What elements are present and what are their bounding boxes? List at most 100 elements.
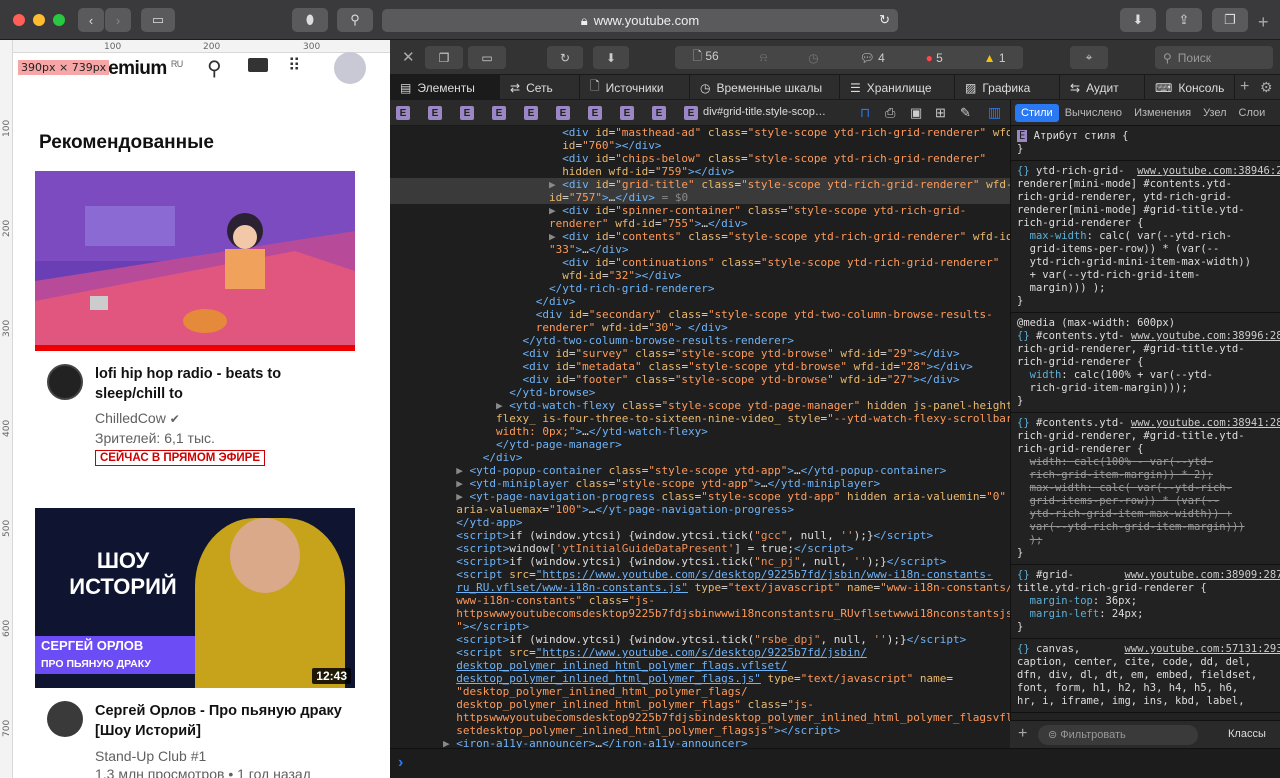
dom-line[interactable]: ▶ <ytd-watch-flexy class="style-scope yt… [390,399,1010,412]
dom-line[interactable]: <div id="masthead-ad" class="style-scope… [390,126,1010,139]
avatar[interactable] [334,52,366,84]
channel-avatar-chilledcow[interactable] [47,364,83,400]
breadcrumb-element-icon[interactable]: E [492,106,506,120]
dom-line[interactable]: </ytd-two-column-browse-results-renderer… [390,334,1010,347]
dom-line[interactable]: <div id="footer" class="style-scope ytd-… [390,373,1010,386]
breadcrumb-element-icon[interactable]: E [460,106,474,120]
tab-changes[interactable]: Изменения [1128,104,1197,122]
dom-line[interactable]: hidden wfd-id="759"></div> [390,165,1010,178]
new-tab-button[interactable]: + [1258,12,1269,33]
tab-elements[interactable]: ▤ Элементы [390,75,500,100]
console-prompt-bar[interactable]: › [390,748,1280,778]
tab-computed[interactable]: Вычислено [1059,104,1128,122]
close-inspector-icon[interactable]: ✕ [402,48,415,66]
close-window-button[interactable] [13,14,25,26]
classes-button[interactable]: Классы [1228,728,1266,740]
element-picker-button[interactable]: ⌖ [1070,46,1108,69]
dom-line[interactable]: <div id="continuations" class="style-sco… [390,256,1010,269]
dom-line[interactable]: "33">…</div> [390,243,1010,256]
dom-line[interactable]: setdesktop_polymer_inlined_html_polymer_… [390,724,1010,737]
tabs-overview-button[interactable]: ❐ [1212,8,1248,32]
gear-icon[interactable]: ⚙ [1260,79,1273,96]
dom-line[interactable]: </ytd-page-manager> [390,438,1010,451]
css-rule[interactable]: {} canvas, www.youtube.com:57131:293 cap… [1011,639,1280,713]
video-thumbnail-orlov[interactable]: ШОУ ИСТОРИЙ СЕРГЕЙ ОРЛОВ ПРО ПЬЯНУЮ ДРАК… [35,508,355,688]
reload-page-button[interactable]: ↻ [547,46,583,69]
dom-line[interactable]: <script>if (window.ytcsi) {window.ytcsi.… [390,555,1010,568]
breadcrumb-element-icon[interactable]: E [556,106,570,120]
search-icon[interactable]: ⚲ [207,56,222,81]
dom-line-selected[interactable]: id="757">…</div> = $0 [390,191,1010,204]
dom-line[interactable]: </ytd-browse> [390,386,1010,399]
dom-line[interactable]: renderer" wfd-id="755">…</div> [390,217,1010,230]
downloads-button[interactable]: ⬇ [1120,8,1156,32]
brush-icon[interactable]: ✎ [960,105,971,121]
tab-network[interactable]: ⇄ Сеть [500,75,580,100]
css-rule[interactable]: {} ytd-rich-grid- www.youtube.com:38946:… [1011,161,1280,313]
filter-input[interactable]: ⊜ Фильтровать [1038,725,1198,745]
channel-avatar-standup[interactable] [47,701,83,737]
dom-line[interactable]: <div id="chips-below" class="style-scope… [390,152,1010,165]
sidebar-panel-icon[interactable]: ▥ [988,104,1001,121]
breadcrumb-current[interactable]: div#grid-title.style-scop… [703,106,826,118]
tab-node[interactable]: Узел [1197,104,1232,122]
add-tab-icon[interactable]: + [1240,78,1249,96]
dom-line[interactable]: <div id="survey" class="style-scope ytd-… [390,347,1010,360]
grid-icon[interactable]: ⊞ [935,105,946,121]
css-rule[interactable]: {} #grid- www.youtube.com:38909:287 titl… [1011,565,1280,639]
minimize-window-button[interactable] [33,14,45,26]
dom-line[interactable]: desktop_polymer_inlined_html_polymer_fla… [390,659,1010,672]
address-bar[interactable]: 🔒︎ www.youtube.com ↻ [382,9,898,32]
css-rule-overridden[interactable]: {} #contents.ytd- www.youtube.com:38941:… [1011,413,1280,565]
dom-line[interactable]: flexy_ is-four-three-to-sixteen-nine-vid… [390,412,1010,425]
channel-name[interactable]: ChilledCow ✔ [95,410,180,426]
breadcrumb-element-icon[interactable]: E [684,106,698,120]
dom-line[interactable]: httpswwwyoutubecomsdesktop9225b7fdjsbinw… [390,607,1010,620]
dom-line[interactable]: <script>if (window.ytcsi) {window.ytcsi.… [390,633,1010,646]
video-title[interactable]: lofi hip hop radio - beats to sleep/chil… [95,364,345,404]
dom-line[interactable]: ▶ <div id="spinner-container" class="sty… [390,204,1010,217]
channel-name[interactable]: Stand-Up Club #1 [95,748,206,764]
dom-line[interactable]: ▶ <div id="contents" class="style-scope … [390,230,1010,243]
dom-line[interactable]: ▶ <ytd-popup-container class="style-scop… [390,464,1010,477]
dom-line[interactable]: <div id="secondary" class="style-scope y… [390,308,1010,321]
video-camera-icon[interactable] [248,58,268,72]
sidebar-toggle-button[interactable]: ▭ [141,8,175,32]
style-attribute-rule[interactable]: E Атрибут стиля { } [1011,126,1280,161]
breadcrumb-element-icon[interactable]: E [620,106,634,120]
tab-console[interactable]: ⌨ Консоль [1145,75,1235,100]
breadcrumb-element-icon[interactable]: E [428,106,442,120]
dom-line[interactable]: httpswwwyoutubecomsdesktop9225b7fdjsbind… [390,711,1010,724]
dom-line[interactable]: </div> [390,451,1010,464]
dom-line[interactable]: <script>if (window.ytcsi) {window.ytcsi.… [390,529,1010,542]
maximize-window-button[interactable] [53,14,65,26]
breadcrumb-element-icon[interactable]: E [588,106,602,120]
video-thumbnail-lofi[interactable] [35,171,355,351]
dom-line[interactable]: www-i18n-constants" class="js- [390,594,1010,607]
dom-line[interactable]: </ytd-rich-grid-renderer> [390,282,1010,295]
dom-line[interactable]: aria-valuemax="100">…</yt-page-navigatio… [390,503,1010,516]
reload-icon[interactable]: ↻ [879,12,890,28]
tab-storage[interactable]: ☰ Хранилище [840,75,955,100]
forward-button[interactable]: › [105,8,131,32]
tab-sources[interactable]: 🗋︎ Источники [580,75,690,100]
dom-line[interactable]: id="760"></div> [390,139,1010,152]
dom-line[interactable]: ▶ <yt-page-navigation-progress class="st… [390,490,1010,503]
back-button[interactable]: ‹ [78,8,104,32]
add-rule-icon[interactable]: + [1018,725,1027,743]
composite-icon[interactable]: ▣ [910,105,922,121]
download-archive-button[interactable]: ⬇ [593,46,629,69]
dom-line[interactable]: <script>window['ytInitialGuideDataPresen… [390,542,1010,555]
css-rule[interactable]: @media (max-width: 600px) {} #contents.y… [1011,313,1280,413]
breadcrumb-element-icon[interactable]: E [524,106,538,120]
dom-line[interactable]: wfd-id="32"></div> [390,269,1010,282]
dom-line[interactable]: <script src="https://www.youtube.com/s/d… [390,646,1010,659]
dom-line[interactable]: width: 0px;">…</ytd-watch-flexy> [390,425,1010,438]
dom-line[interactable]: <script src="https://www.youtube.com/s/d… [390,568,1010,581]
dom-line[interactable]: "></script> [390,620,1010,633]
video-title[interactable]: Сергей Орлов - Про пьяную драку [Шоу Ист… [95,701,345,741]
tab-audit[interactable]: ⇆ Аудит [1060,75,1145,100]
css-rules-list[interactable]: E Атрибут стиля { } {} ytd-rich-grid- ww… [1011,126,1280,748]
dom-line[interactable]: ru_RU.vflset/www-i18n-constants.js" type… [390,581,1010,594]
dom-line[interactable]: renderer" wfd-id="30"> </div> [390,321,1010,334]
